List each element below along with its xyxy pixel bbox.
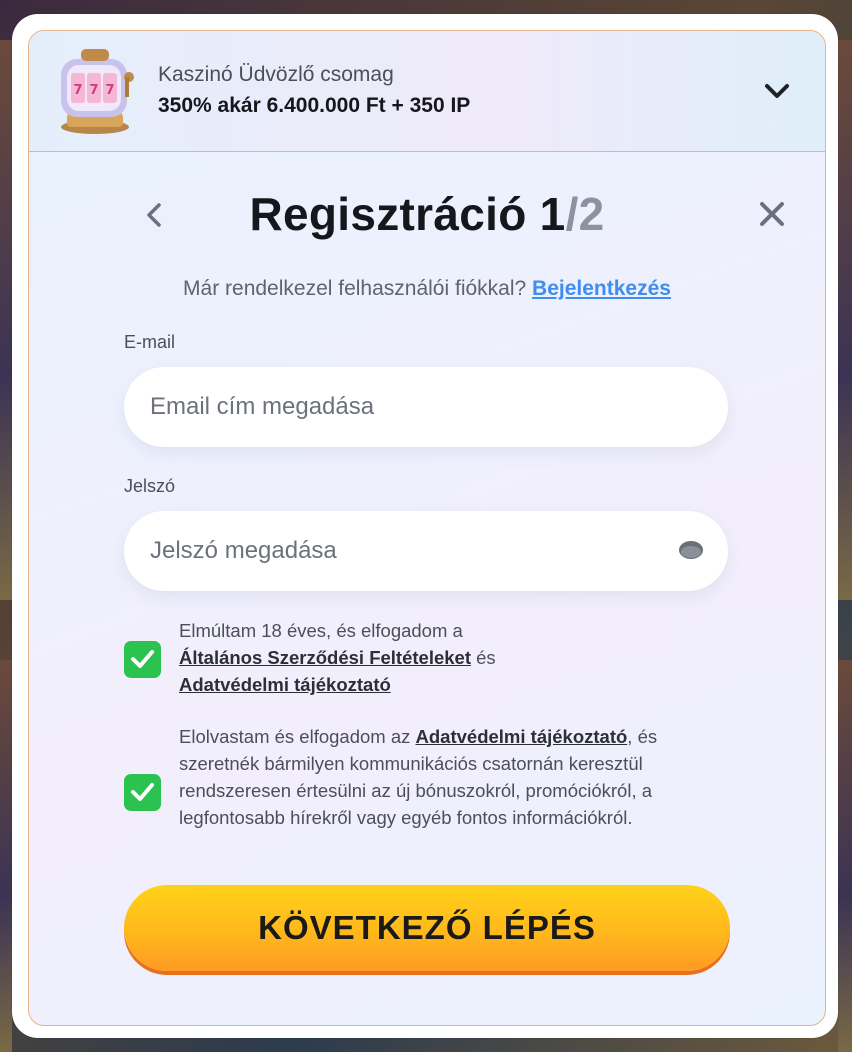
privacy-link[interactable]: Adatvédelmi tájékoztató <box>179 674 391 695</box>
form-title: Regisztráció 1/2 <box>29 187 825 241</box>
eye-icon[interactable] <box>678 539 704 561</box>
close-button[interactable] <box>757 199 787 229</box>
password-label: Jelszó <box>124 476 176 496</box>
promo-bonus: 350% akár 6.400.000 Ft + 350 IP <box>158 94 471 117</box>
svg-text:7: 7 <box>105 83 114 98</box>
marketing-privacy-link[interactable]: Adatvédelmi tájékoztató <box>416 726 628 747</box>
svg-text:7: 7 <box>89 83 98 98</box>
marketing-consent-checkbox[interactable] <box>124 774 161 811</box>
form-title-step-total: /2 <box>565 188 605 240</box>
next-step-button[interactable]: KÖVETKEZŐ LÉPÉS <box>124 885 730 971</box>
welcome-bonus-banner[interactable]: 7 7 7 Kaszinó Üdvözlő csomag 350% akár 6… <box>29 31 825 152</box>
age-terms-and: és <box>476 647 496 668</box>
chevron-down-icon[interactable] <box>761 75 793 107</box>
form-title-main: Regisztráció 1 <box>249 188 566 240</box>
email-label: E-mail <box>124 332 176 352</box>
age-terms-checkbox[interactable] <box>124 641 161 678</box>
marketing-consent-text: Elolvastam és elfogadom az Adatvédelmi t… <box>179 723 741 831</box>
login-link[interactable]: Bejelentkezés <box>532 277 671 300</box>
registration-panel: 7 7 7 Kaszinó Üdvözlő csomag 350% akár 6… <box>28 30 826 1026</box>
terms-link[interactable]: Általános Szerződési Feltételeket <box>179 647 471 668</box>
svg-text:7: 7 <box>73 83 82 98</box>
age-terms-text: Elmúltam 18 éves, és elfogadom a Általán… <box>179 617 699 698</box>
marketing-consent-prefix: Elolvastam és elfogadom az <box>179 726 411 747</box>
email-field[interactable]: Email cím megadása <box>124 367 728 447</box>
login-prompt-text: Már rendelkezel felhasználói fiókkal? <box>183 277 527 300</box>
email-placeholder: Email cím megadása <box>150 393 375 420</box>
password-placeholder: Jelszó megadása <box>150 537 337 564</box>
promo-title: Kaszinó Üdvözlő csomag <box>158 63 394 86</box>
slot-machine-icon: 7 7 7 <box>53 43 137 135</box>
age-terms-line: Elmúltam 18 éves, és elfogadom a <box>179 620 463 641</box>
login-prompt: Már rendelkezel felhasználói fiókkal? Be… <box>29 277 825 301</box>
password-field[interactable]: Jelszó megadása <box>124 511 728 591</box>
